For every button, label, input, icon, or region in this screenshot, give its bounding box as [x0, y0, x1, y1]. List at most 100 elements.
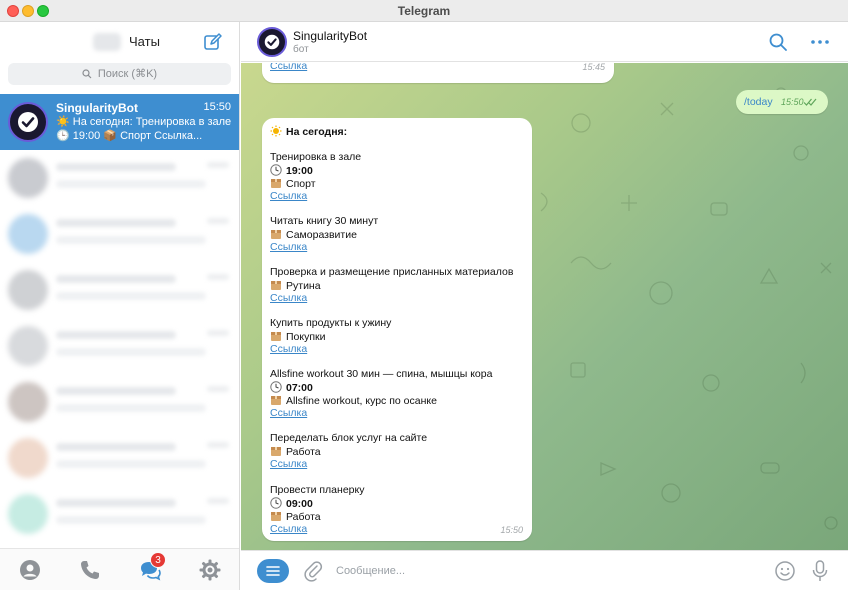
task-link[interactable]: Ссылка: [270, 407, 307, 419]
task-category-text: Спорт: [286, 178, 316, 190]
avatar[interactable]: [257, 27, 287, 57]
avatar: [8, 494, 48, 534]
window-titlebar: Telegram: [0, 0, 848, 22]
task-link[interactable]: Ссылка: [270, 458, 307, 470]
box-icon: [271, 396, 281, 405]
task-time: 19:00: [270, 164, 313, 177]
task-title: Переделать блок услуг на сайте: [270, 432, 428, 444]
list-item-preview: [56, 404, 206, 412]
task-category: Работа: [270, 445, 321, 458]
list-item[interactable]: [0, 430, 239, 486]
task-category-text: Работа: [286, 511, 321, 523]
list-item-title: [56, 219, 176, 227]
message-composer: [241, 550, 848, 590]
attach-icon[interactable]: [303, 560, 323, 582]
task-title: Читать книгу 30 минут: [270, 215, 379, 227]
task-category-text: Рутина: [286, 280, 321, 292]
list-item-time: [207, 274, 229, 280]
avatar: [8, 158, 48, 198]
task-time-text: 19:00: [286, 165, 313, 177]
settings-icon[interactable]: [198, 558, 222, 582]
unread-badge: 3: [150, 552, 166, 568]
list-item[interactable]: [0, 150, 239, 206]
folder-avatar[interactable]: [93, 33, 121, 51]
checkmark-icon: [264, 34, 280, 50]
task-category-text: Работа: [286, 446, 321, 458]
avatar: [8, 382, 48, 422]
calls-icon[interactable]: [78, 558, 102, 582]
sun-icon: [270, 125, 282, 137]
task-category: Саморазвитие: [270, 228, 357, 241]
menu-icon: [266, 566, 280, 576]
chat-list-item-singularitybot[interactable]: SingularityBot 15:50 ☀️ На сегодня: Трен…: [0, 94, 239, 150]
task-category: Рутина: [270, 279, 321, 292]
task-category: Allsfine workout, курс по осанке: [270, 394, 437, 407]
box-icon: [271, 230, 281, 239]
chat-preview: ☀️ На сегодня: Тренировка в зале 🕒 19:00…: [56, 116, 232, 142]
chat-status: бот: [293, 44, 309, 55]
chat-messages-area[interactable]: Ссылка 15:45 /today 15:50 На сегодня: Тр…: [241, 63, 848, 550]
list-item[interactable]: [0, 206, 239, 262]
task-time: 09:00: [270, 497, 313, 510]
list-item-preview: [56, 516, 206, 524]
message-link[interactable]: Ссылка: [270, 63, 307, 72]
avatar: [8, 438, 48, 478]
box-icon: [271, 332, 281, 341]
chat-list-sidebar: Чаты Поиск (⌘K) SingularityBot 15:50 ☀️ …: [0, 22, 240, 590]
chat-title[interactable]: SingularityBot: [293, 29, 367, 43]
task-link[interactable]: Ссылка: [270, 190, 307, 202]
task-time-text: 09:00: [286, 498, 313, 510]
avatar: [8, 270, 48, 310]
task-category: Спорт: [270, 177, 316, 190]
list-item[interactable]: [0, 262, 239, 318]
outgoing-command-bubble: /today 15:50: [736, 90, 828, 114]
contacts-icon[interactable]: [18, 558, 42, 582]
task-link[interactable]: Ссылка: [270, 241, 307, 253]
double-check-icon: [803, 98, 817, 106]
clock-icon: [270, 164, 282, 176]
more-options-icon[interactable]: [809, 33, 831, 51]
emoji-icon[interactable]: [774, 560, 796, 582]
list-item[interactable]: [0, 318, 239, 374]
task-time-text: 07:00: [286, 382, 313, 394]
task-category-text: Allsfine workout, курс по осанке: [286, 395, 437, 407]
task-time: 07:00: [270, 381, 313, 394]
avatar: [8, 326, 48, 366]
task-title: Allsfine workout 30 мин — спина, мышцы к…: [270, 368, 493, 380]
list-item-preview: [56, 348, 206, 356]
list-item-time: [207, 442, 229, 448]
clock-icon: [270, 381, 282, 393]
list-item-title: [56, 331, 176, 339]
task-category-text: Саморазвитие: [286, 229, 357, 241]
search-input[interactable]: Поиск (⌘K): [8, 63, 231, 85]
checkmark-icon: [18, 112, 38, 132]
message-time: 15:50: [500, 525, 523, 535]
list-item-title: [56, 275, 176, 283]
task-link[interactable]: Ссылка: [270, 292, 307, 304]
list-item-preview: [56, 236, 206, 244]
previous-message-bubble: Ссылка 15:45: [262, 63, 614, 83]
list-item[interactable]: [0, 374, 239, 430]
command-text[interactable]: /today: [744, 96, 773, 108]
compose-icon[interactable]: [203, 32, 223, 52]
message-input[interactable]: [336, 562, 756, 580]
list-item-time: [207, 498, 229, 504]
sidebar-title: Чаты: [129, 34, 160, 49]
list-item[interactable]: [0, 486, 239, 542]
bot-menu-button[interactable]: [257, 559, 289, 583]
box-icon: [271, 447, 281, 456]
list-item-time: [207, 330, 229, 336]
list-item-title: [56, 387, 176, 395]
window-title: Telegram: [397, 4, 451, 18]
list-item-preview: [56, 180, 206, 188]
task-link[interactable]: Ссылка: [270, 523, 307, 535]
chat-name: SingularityBot: [56, 101, 139, 115]
box-icon: [271, 512, 281, 521]
sidebar-header: Чаты: [0, 22, 239, 62]
task-title: Тренировка в зале: [270, 151, 362, 163]
list-item-title: [56, 163, 176, 171]
task-link[interactable]: Ссылка: [270, 343, 307, 355]
microphone-icon[interactable]: [811, 559, 829, 583]
search-icon[interactable]: [768, 32, 788, 52]
task-title: Проверка и размещение присланных материа…: [270, 266, 514, 278]
